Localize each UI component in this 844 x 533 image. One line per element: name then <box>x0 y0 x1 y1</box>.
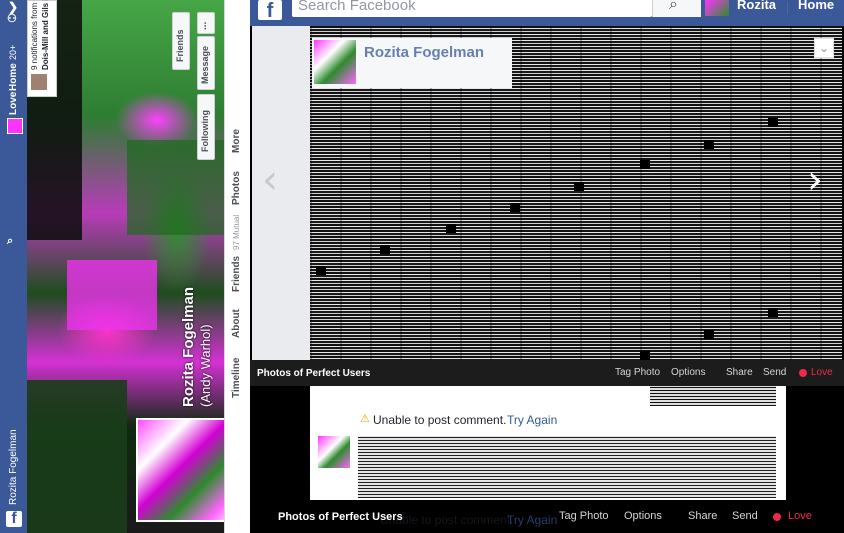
notification-avatar <box>31 74 47 90</box>
previous-photo-arrow-icon[interactable]: ‹ <box>262 160 278 200</box>
comment-glitch-strip <box>650 386 776 406</box>
warning-icon: ⚠ <box>360 413 370 425</box>
love-reaction-link-bottom[interactable]: Love <box>788 510 812 522</box>
photo-left-margin <box>252 26 310 361</box>
search-button[interactable]: ⌕ <box>652 0 701 17</box>
share-link-bottom[interactable]: Share <box>688 510 717 522</box>
glitch-square <box>704 330 714 339</box>
friends-button-label: Friends <box>175 29 185 62</box>
love-heart-icon-bottom <box>773 513 781 521</box>
options-link[interactable]: Options <box>671 367 705 378</box>
tag-photo-link-bottom[interactable]: Tag Photo <box>559 510 609 522</box>
commenter-avatar[interactable] <box>318 436 350 468</box>
nav-home-link[interactable]: Home <box>8 63 19 91</box>
glitch-square <box>380 245 390 254</box>
glitch-square <box>704 140 714 149</box>
love-label[interactable]: Love <box>8 92 19 115</box>
tab-photos[interactable]: Photos <box>231 171 242 205</box>
notification-names: Dois-Mill and Gils Re <box>41 0 50 70</box>
glitch-square <box>510 203 520 212</box>
tab-timeline[interactable]: Timeline <box>231 358 242 398</box>
user-name-link[interactable]: Rozita <box>737 0 776 12</box>
glitch-square <box>640 160 650 169</box>
glitch-square <box>768 118 778 127</box>
avatar[interactable] <box>7 118 23 134</box>
search-icon[interactable]: ⌕ <box>7 235 13 248</box>
home-link[interactable]: Home <box>798 0 834 12</box>
post-options-chevron-icon[interactable]: ⌄ <box>814 38 834 58</box>
love-heart-icon <box>799 369 807 377</box>
glitch-square <box>768 308 778 317</box>
comment-glitch-block <box>358 436 776 498</box>
tab-more[interactable]: More <box>231 129 242 153</box>
glitch-square <box>316 266 326 275</box>
search-icon: ⌕ <box>669 0 678 13</box>
tab-friends[interactable]: Friends <box>231 256 242 292</box>
try-again-link[interactable]: Try Again <box>507 413 557 427</box>
tab-friends-mutual: 97 Mutual <box>232 214 241 250</box>
send-link-bottom[interactable]: Send <box>732 510 758 522</box>
comment-error-text: Unable to post comment. <box>373 413 507 427</box>
nav-home-count: 20+ <box>8 44 18 60</box>
following-button-label: Following <box>200 110 210 152</box>
try-again-link-ghost[interactable]: Try Again <box>507 513 557 527</box>
send-link[interactable]: Send <box>763 367 786 378</box>
tab-about[interactable]: About <box>231 309 242 338</box>
cover-glitch-block <box>27 380 127 533</box>
post-avatar[interactable] <box>314 40 356 84</box>
glitch-square <box>574 182 584 191</box>
user-avatar[interactable] <box>705 0 729 16</box>
love-reaction-link[interactable]: Love <box>811 367 833 378</box>
options-link-bottom[interactable]: Options <box>624 510 662 522</box>
search-placeholder: Search Facebook <box>298 0 416 14</box>
glitch-square <box>640 351 650 360</box>
profile-name-small[interactable]: Rozita Fogelman <box>8 429 19 505</box>
facebook-logo-icon[interactable]: f <box>6 511 22 527</box>
more-dots-icon: ... <box>198 21 209 30</box>
message-button-label: Message <box>200 45 210 84</box>
tag-photo-link[interactable]: Tag Photo <box>615 367 660 378</box>
post-author-name[interactable]: Rozita Fogelman <box>364 44 484 61</box>
album-title-bottom[interactable]: Photos of Perfect Users <box>278 511 403 523</box>
cover-name[interactable]: Rozita Fogelman <box>180 287 197 407</box>
share-link[interactable]: Share <box>726 367 753 378</box>
glitch-square <box>446 224 456 233</box>
friends-icon[interactable]: ⚇ <box>7 12 17 25</box>
notification-text: 9 notifications from L <box>30 0 39 70</box>
nav-divider <box>787 2 788 14</box>
cover-glitch-block <box>67 260 157 330</box>
cover-subtitle: (Andy Warhol) <box>198 324 213 407</box>
album-title[interactable]: Photos of Perfect Users <box>257 368 370 379</box>
facebook-logo[interactable]: f <box>258 0 282 22</box>
next-photo-arrow-icon[interactable]: › <box>807 160 823 200</box>
